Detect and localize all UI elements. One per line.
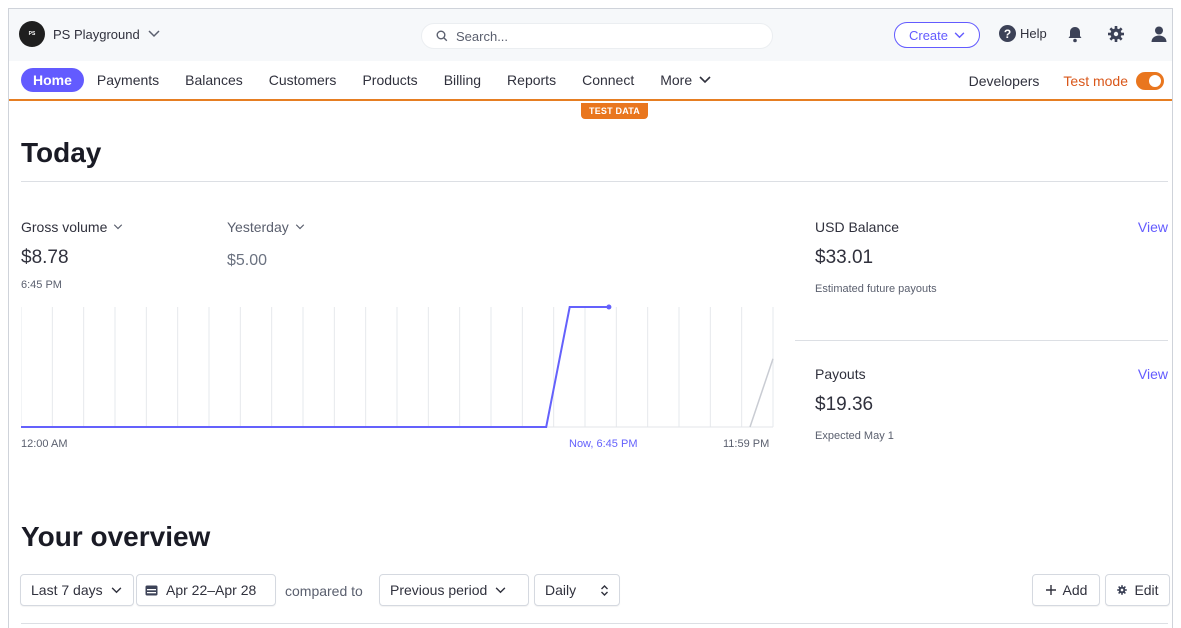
bell-icon[interactable] bbox=[1065, 24, 1085, 44]
compared-to-label: compared to bbox=[285, 583, 363, 599]
user-icon[interactable] bbox=[1149, 24, 1169, 44]
gross-volume-chart: 12:00 AM Now, 6:45 PM 11:59 PM bbox=[21, 304, 774, 450]
test-data-badge: TEST DATA bbox=[581, 103, 648, 119]
gear-icon bbox=[1117, 585, 1128, 595]
chevron-down-icon bbox=[495, 586, 506, 593]
nav-customers[interactable]: Customers bbox=[256, 68, 350, 92]
account-name: PS Playground bbox=[53, 26, 140, 42]
developers-link[interactable]: Developers bbox=[969, 73, 1040, 89]
today-title: Today bbox=[21, 137, 102, 168]
nav-reports[interactable]: Reports bbox=[494, 68, 569, 92]
nav-billing[interactable]: Billing bbox=[431, 68, 494, 92]
search-input[interactable] bbox=[456, 28, 736, 44]
date-range-value: Apr 22–Apr 28 bbox=[166, 582, 257, 598]
current-point-marker bbox=[606, 304, 612, 310]
chevron-down-icon bbox=[148, 30, 160, 38]
add-widget-button[interactable]: Add bbox=[1032, 574, 1100, 606]
chevron-down-icon bbox=[699, 76, 711, 84]
usd-balance-note: Estimated future payouts bbox=[815, 283, 937, 295]
create-label: Create bbox=[908, 27, 949, 43]
usd-balance-value: $33.01 bbox=[815, 247, 874, 268]
divider bbox=[21, 181, 1168, 182]
main-nav-bar: Home Payments Balances Customers Product… bbox=[9, 61, 1172, 101]
usd-balance-view-link[interactable]: View bbox=[1138, 219, 1168, 235]
gross-volume-time: 6:45 PM bbox=[21, 279, 62, 291]
usd-balance-label: USD Balance bbox=[815, 219, 900, 235]
nav-more[interactable]: More bbox=[647, 68, 724, 92]
nav-more-label: More bbox=[660, 72, 693, 88]
gear-icon[interactable] bbox=[1106, 24, 1126, 44]
interval-label: Daily bbox=[545, 582, 577, 598]
payouts-view-link[interactable]: View bbox=[1138, 366, 1168, 382]
yesterday-value: $5.00 bbox=[227, 252, 268, 269]
compare-period-label: Previous period bbox=[390, 582, 488, 598]
app-window: PS PS Playground Create ? Help bbox=[8, 8, 1173, 628]
overview-title: Your overview bbox=[21, 521, 211, 552]
date-range-select[interactable]: Last 7 days bbox=[20, 574, 134, 606]
divider bbox=[795, 340, 1168, 341]
chevron-down-icon bbox=[114, 224, 123, 230]
x-label-end: 11:59 PM bbox=[723, 438, 769, 450]
account-switcher[interactable]: PS PS Playground bbox=[19, 21, 160, 47]
nav-balances[interactable]: Balances bbox=[172, 68, 256, 92]
plus-icon bbox=[1045, 585, 1056, 595]
yesterday-series-line bbox=[749, 358, 774, 428]
calendar-icon bbox=[145, 585, 158, 596]
date-picker[interactable]: Apr 22–Apr 28 bbox=[136, 574, 276, 606]
gross-volume-value: $8.78 bbox=[21, 247, 69, 268]
x-label-start: 12:00 AM bbox=[21, 438, 67, 450]
divider bbox=[21, 623, 1168, 624]
test-mode-toggle[interactable]: Test mode bbox=[1063, 72, 1164, 90]
gross-volume-label: Gross volume bbox=[21, 219, 108, 235]
compare-period-select[interactable]: Previous period bbox=[379, 574, 529, 606]
payouts-label: Payouts bbox=[815, 366, 866, 382]
comparison-selector[interactable]: Yesterday bbox=[227, 219, 305, 235]
nav-right: Developers Test mode bbox=[969, 72, 1164, 90]
today-series-line bbox=[21, 306, 609, 428]
yesterday-label: Yesterday bbox=[227, 219, 289, 235]
edit-label: Edit bbox=[1134, 582, 1159, 598]
help-button[interactable]: ? Help bbox=[999, 25, 1047, 42]
help-icon: ? bbox=[999, 25, 1016, 42]
payouts-value: $19.36 bbox=[815, 394, 874, 415]
chevron-down-icon bbox=[295, 224, 304, 230]
search-box[interactable] bbox=[421, 23, 773, 49]
nav-products[interactable]: Products bbox=[349, 68, 430, 92]
gross-volume-selector[interactable]: Gross volume bbox=[21, 219, 123, 235]
search-icon bbox=[436, 30, 448, 42]
toggle-switch[interactable] bbox=[1136, 72, 1164, 90]
interval-select[interactable]: Daily bbox=[534, 574, 620, 606]
payouts-note: Expected May 1 bbox=[815, 430, 894, 442]
nav-connect[interactable]: Connect bbox=[569, 68, 647, 92]
account-logo: PS bbox=[19, 21, 45, 47]
date-range-label: Last 7 days bbox=[31, 582, 103, 598]
help-label: Help bbox=[1020, 26, 1047, 41]
chart-grid bbox=[21, 307, 774, 427]
main-nav: Home Payments Balances Customers Product… bbox=[21, 68, 724, 92]
nav-payments[interactable]: Payments bbox=[84, 68, 172, 92]
edit-overview-button[interactable]: Edit bbox=[1105, 574, 1170, 606]
add-label: Add bbox=[1062, 582, 1088, 598]
x-label-now: Now, 6:45 PM bbox=[569, 438, 637, 450]
nav-home[interactable]: Home bbox=[21, 68, 84, 92]
chevron-down-icon bbox=[954, 31, 965, 38]
sort-arrows-icon bbox=[601, 584, 608, 596]
chevron-down-icon bbox=[111, 586, 121, 593]
top-bar: PS PS Playground Create ? Help bbox=[9, 9, 1172, 61]
create-button[interactable]: Create bbox=[894, 22, 980, 48]
test-mode-label: Test mode bbox=[1063, 73, 1128, 89]
